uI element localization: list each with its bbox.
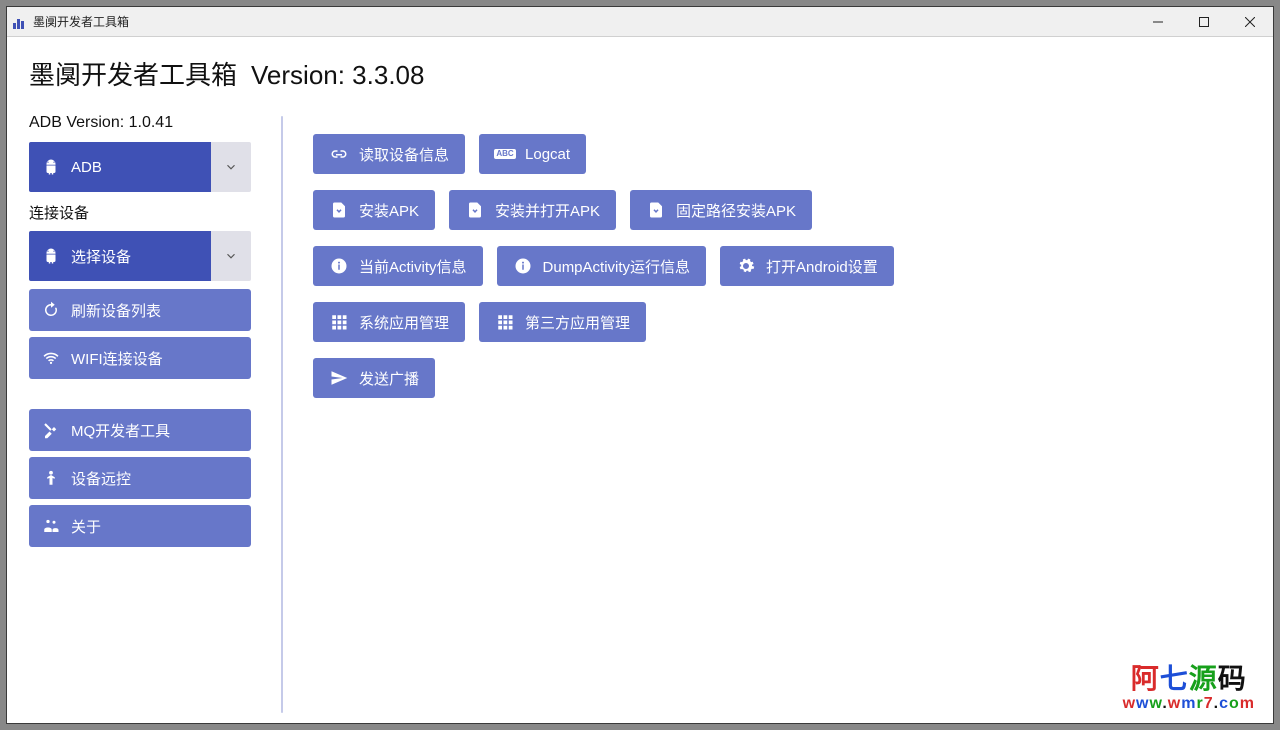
close-button[interactable] bbox=[1227, 7, 1273, 36]
minimize-button[interactable] bbox=[1135, 7, 1181, 36]
send-broadcast-button[interactable]: 发送广播 bbox=[313, 358, 435, 398]
action-row-3: 当前Activity信息 DumpActivity运行信息 打开Android设… bbox=[313, 246, 1251, 286]
current-activity-button[interactable]: 当前Activity信息 bbox=[313, 246, 483, 286]
adb-combo-main[interactable]: ADB bbox=[29, 142, 211, 192]
wifi-icon bbox=[41, 348, 61, 368]
android-icon bbox=[41, 246, 61, 266]
app-header: 墨阒开发者工具箱 Version: 3.3.08 bbox=[29, 37, 1251, 114]
mq-dev-tools-button[interactable]: MQ开发者工具 bbox=[29, 409, 251, 451]
mq-dev-tools-label: MQ开发者工具 bbox=[71, 420, 170, 441]
device-combo-main[interactable]: 选择设备 bbox=[29, 231, 211, 281]
install-icon bbox=[465, 200, 485, 220]
device-combo-dropdown[interactable] bbox=[211, 231, 251, 281]
main-panel: 读取设备信息 ABC Logcat 安装APK 安装并打开APK bbox=[313, 114, 1251, 713]
install-icon bbox=[646, 200, 666, 220]
system-app-mgr-button[interactable]: 系统应用管理 bbox=[313, 302, 465, 342]
install-fixed-path-button[interactable]: 固定路径安装APK bbox=[630, 190, 812, 230]
send-broadcast-label: 发送广播 bbox=[359, 368, 419, 389]
wifi-connect-button[interactable]: WIFI连接设备 bbox=[29, 337, 251, 379]
person-icon bbox=[41, 468, 61, 488]
adb-combo-label: ADB bbox=[71, 159, 102, 176]
people-icon bbox=[41, 516, 61, 536]
logcat-button[interactable]: ABC Logcat bbox=[479, 134, 586, 174]
tools-icon bbox=[41, 420, 61, 440]
open-android-settings-label: 打开Android设置 bbox=[766, 256, 878, 277]
third-party-app-mgr-label: 第三方应用管理 bbox=[525, 312, 630, 333]
read-device-info-button[interactable]: 读取设备信息 bbox=[313, 134, 465, 174]
abc-icon: ABC bbox=[495, 144, 515, 164]
body: ADB Version: 1.0.41 ADB 连接设备 bbox=[29, 114, 1251, 713]
maximize-button[interactable] bbox=[1181, 7, 1227, 36]
logcat-label: Logcat bbox=[525, 146, 570, 163]
titlebar: 墨阒开发者工具箱 bbox=[7, 7, 1273, 37]
app-name: 墨阒开发者工具箱 bbox=[29, 55, 237, 92]
adb-combo[interactable]: ADB bbox=[29, 142, 251, 192]
action-row-2: 安装APK 安装并打开APK 固定路径安装APK bbox=[313, 190, 1251, 230]
app-version: Version: 3.3.08 bbox=[251, 60, 424, 91]
gear-icon bbox=[736, 256, 756, 276]
device-combo-label: 选择设备 bbox=[71, 246, 131, 267]
window-controls bbox=[1135, 7, 1273, 36]
system-app-mgr-label: 系统应用管理 bbox=[359, 312, 449, 333]
install-fixed-path-label: 固定路径安装APK bbox=[676, 200, 796, 221]
send-icon bbox=[329, 368, 349, 388]
watermark-line2: www.wmr7.com bbox=[1123, 695, 1255, 713]
info-icon bbox=[513, 256, 533, 276]
dump-activity-label: DumpActivity运行信息 bbox=[543, 256, 691, 277]
app-window: 墨阒开发者工具箱 墨阒开发者工具箱 Version: 3.3.08 ADB Ve… bbox=[6, 6, 1274, 724]
remote-control-button[interactable]: 设备远控 bbox=[29, 457, 251, 499]
remote-control-label: 设备远控 bbox=[71, 468, 131, 489]
current-activity-label: 当前Activity信息 bbox=[359, 256, 467, 277]
install-apk-label: 安装APK bbox=[359, 200, 419, 221]
android-icon bbox=[41, 157, 61, 177]
content-area: 墨阒开发者工具箱 Version: 3.3.08 ADB Version: 1.… bbox=[7, 37, 1273, 723]
device-combo[interactable]: 选择设备 bbox=[29, 231, 251, 281]
app-icon bbox=[13, 15, 27, 29]
sidebar: ADB Version: 1.0.41 ADB 连接设备 bbox=[29, 114, 251, 713]
refresh-devices-label: 刷新设备列表 bbox=[71, 300, 161, 321]
watermark: 阿七源码 www.wmr7.com bbox=[1123, 657, 1255, 713]
read-device-info-label: 读取设备信息 bbox=[359, 144, 449, 165]
action-row-4: 系统应用管理 第三方应用管理 bbox=[313, 302, 1251, 342]
install-open-apk-label: 安装并打开APK bbox=[495, 200, 600, 221]
install-apk-button[interactable]: 安装APK bbox=[313, 190, 435, 230]
about-button[interactable]: 关于 bbox=[29, 505, 251, 547]
open-android-settings-button[interactable]: 打开Android设置 bbox=[720, 246, 894, 286]
adb-version-text: ADB Version: 1.0.41 bbox=[29, 114, 251, 132]
action-row-5: 发送广播 bbox=[313, 358, 1251, 398]
link-icon bbox=[329, 144, 349, 164]
adb-combo-dropdown[interactable] bbox=[211, 142, 251, 192]
info-icon bbox=[329, 256, 349, 276]
apps-icon bbox=[329, 312, 349, 332]
watermark-line1: 阿七源码 bbox=[1123, 657, 1255, 697]
about-label: 关于 bbox=[71, 516, 101, 537]
refresh-devices-button[interactable]: 刷新设备列表 bbox=[29, 289, 251, 331]
wifi-connect-label: WIFI连接设备 bbox=[71, 348, 163, 369]
install-icon bbox=[329, 200, 349, 220]
third-party-app-mgr-button[interactable]: 第三方应用管理 bbox=[479, 302, 646, 342]
dump-activity-button[interactable]: DumpActivity运行信息 bbox=[497, 246, 707, 286]
vertical-divider bbox=[281, 116, 283, 713]
connect-label: 连接设备 bbox=[29, 202, 251, 223]
install-open-apk-button[interactable]: 安装并打开APK bbox=[449, 190, 616, 230]
window-title: 墨阒开发者工具箱 bbox=[33, 13, 129, 30]
action-row-1: 读取设备信息 ABC Logcat bbox=[313, 134, 1251, 174]
refresh-icon bbox=[41, 300, 61, 320]
titlebar-left: 墨阒开发者工具箱 bbox=[13, 13, 129, 30]
apps-icon bbox=[495, 312, 515, 332]
